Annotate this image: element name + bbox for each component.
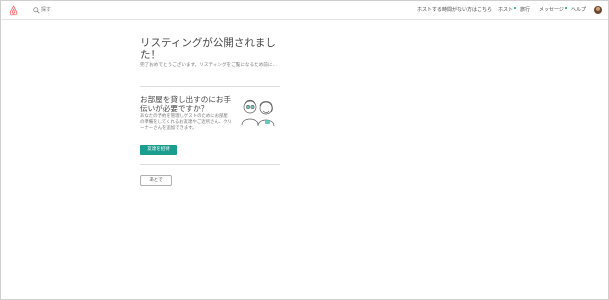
nav-host[interactable]: ホスト (498, 5, 517, 15)
cohost-section-description: あなたの予約を管理しゲストのためにお部屋の準備をしてくれるお友達やご近所さん、ク… (140, 114, 232, 132)
later-button[interactable]: あとで (140, 175, 172, 186)
notification-dot (564, 7, 567, 9)
notification-dot (514, 7, 517, 9)
nav-messages-label: メッセージ (539, 7, 564, 13)
nav-messages[interactable]: メッセージ (539, 5, 567, 15)
page-title: リスティングが公開されました！ (140, 37, 276, 61)
avatar[interactable] (594, 6, 602, 14)
people-illustration-icon (241, 99, 275, 127)
search-icon (33, 7, 40, 14)
window-frame (0, 0, 609, 300)
top-header: 探す ホストする時間がない方はこちら ホスト 旅行 メッセージ ヘルプ (1, 1, 608, 20)
nav-trips[interactable]: 旅行 (520, 5, 530, 15)
divider (140, 164, 280, 165)
divider (140, 86, 280, 87)
airbnb-logo-icon[interactable] (8, 5, 19, 16)
host-no-time-link[interactable]: ホストする時間がない方はこちら (417, 5, 492, 15)
nav-host-label: ホスト (498, 7, 514, 13)
invite-friend-button[interactable]: 友達を招待 (140, 145, 177, 155)
cohost-section-title: お部屋を貸し出すのにお手伝いが必要ですか？ (140, 95, 232, 113)
search-input[interactable]: 探す (41, 5, 51, 15)
page-subtitle: 完了おめでとうございます。リスティングをご覧になるため前に… (140, 63, 278, 68)
nav-help[interactable]: ヘルプ (571, 5, 586, 15)
